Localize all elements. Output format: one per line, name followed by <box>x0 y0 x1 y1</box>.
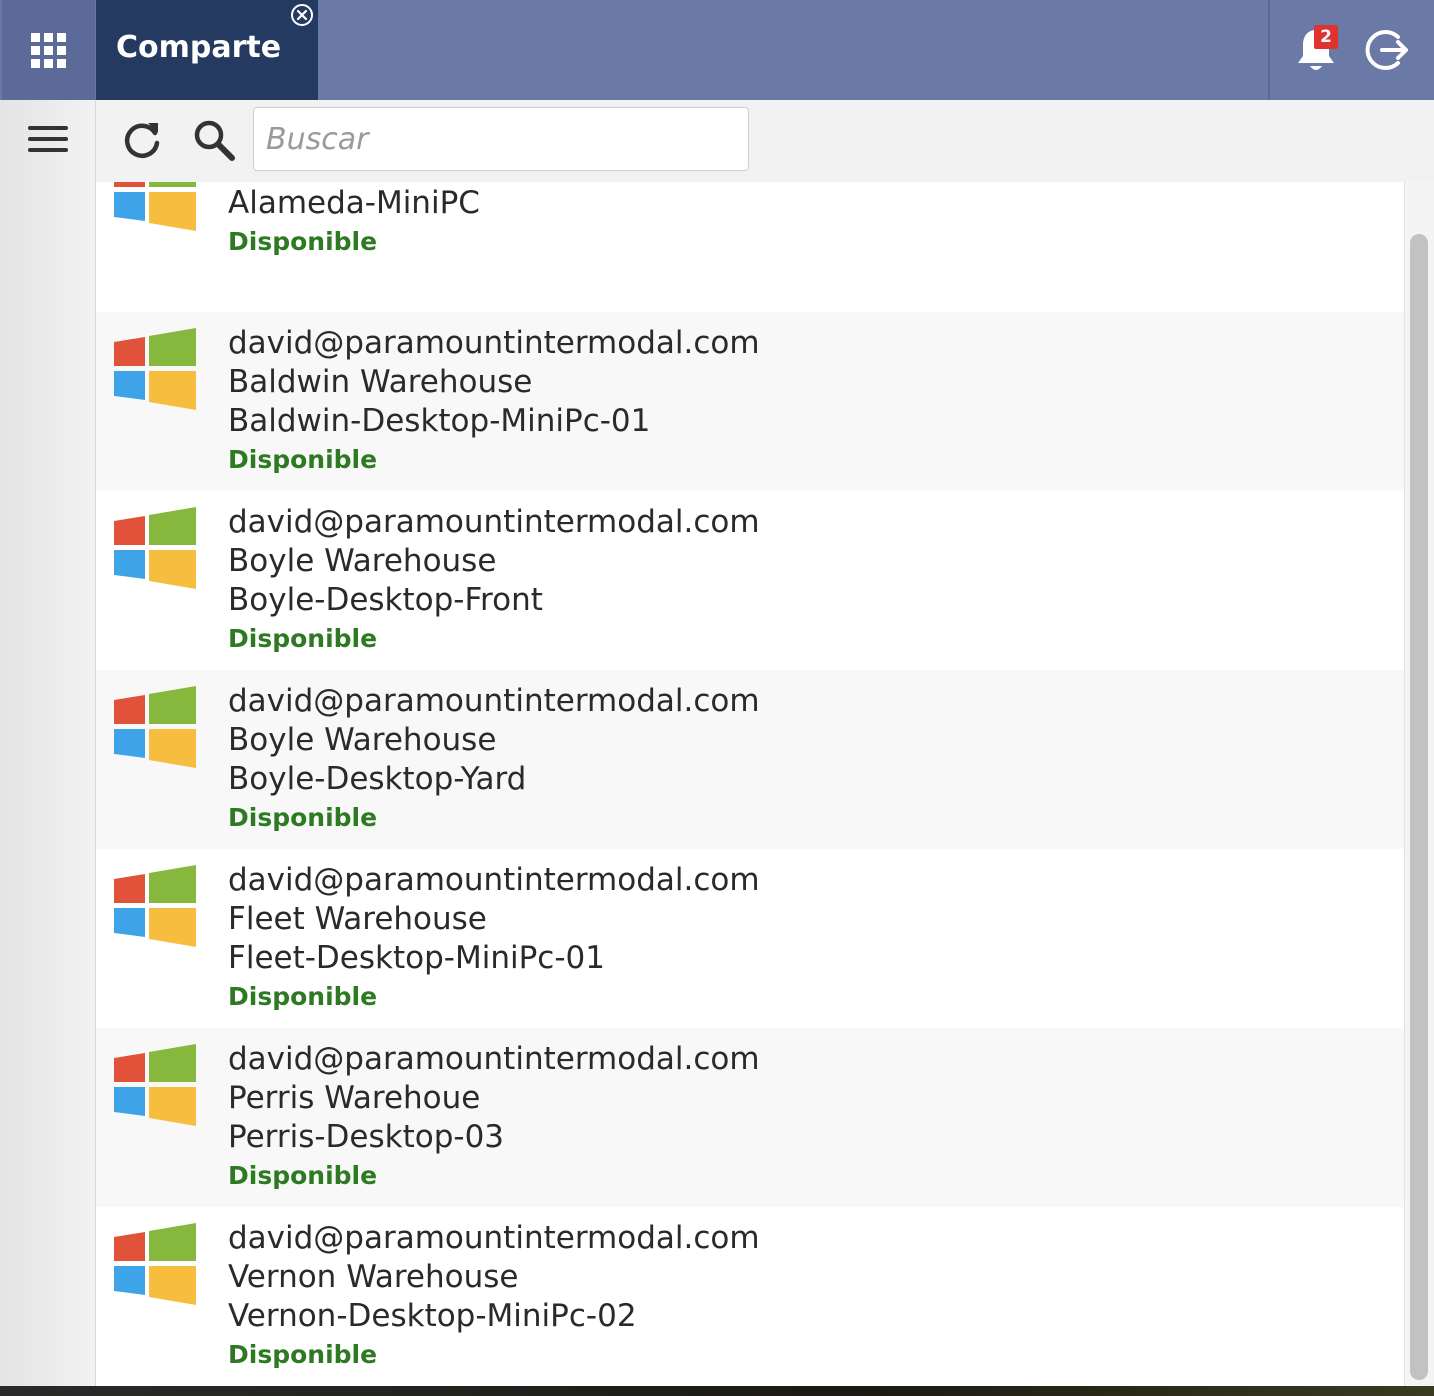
device-location: Fleet Warehouse <box>228 901 487 937</box>
device-location: Baldwin Warehouse <box>228 364 533 400</box>
tab-comparte[interactable]: Comparte <box>96 0 318 100</box>
desktop-background-strip <box>0 1386 1434 1396</box>
device-list-item[interactable]: david@paramountintermodal.com Vernon War… <box>96 1207 1404 1386</box>
notification-count-badge: 2 <box>1314 25 1338 49</box>
device-status: Disponible <box>228 227 378 256</box>
apps-grid-icon <box>31 32 66 68</box>
windows-logo-icon <box>114 507 196 589</box>
device-details: david@paramountintermodal.com Perris War… <box>228 1040 760 1191</box>
windows-logo-icon <box>114 1044 196 1126</box>
device-location: Boyle Warehouse <box>228 722 497 758</box>
device-list-item[interactable]: david@paramountintermodal.com Fleet Ware… <box>96 849 1404 1028</box>
device-status: Disponible <box>228 1161 378 1190</box>
topbar-divider <box>1268 0 1270 100</box>
device-owner: david@paramountintermodal.com <box>228 683 760 719</box>
device-location: Perris Warehoue <box>228 1080 481 1116</box>
device-details: david@paramountintermodal.com Fleet Ware… <box>228 861 760 1012</box>
device-list-item[interactable]: Alameda Yard Alameda-MiniPC Disponible <box>96 182 1404 312</box>
top-bar: Comparte 2 <box>0 0 1434 100</box>
device-details: david@paramountintermodal.com Vernon War… <box>228 1219 760 1370</box>
device-computer-name: Boyle-Desktop-Yard <box>228 761 527 797</box>
windows-logo-icon <box>114 328 196 410</box>
logout-icon[interactable] <box>1364 27 1410 73</box>
device-list-item[interactable]: david@paramountintermodal.com Boyle Ware… <box>96 670 1404 849</box>
windows-logo-icon <box>114 865 196 947</box>
device-computer-name: Fleet-Desktop-MiniPc-01 <box>228 940 605 976</box>
device-computer-name: Perris-Desktop-03 <box>228 1119 505 1155</box>
search-icon[interactable] <box>192 118 236 162</box>
side-panel <box>0 100 96 1386</box>
device-list: Alameda Yard Alameda-MiniPC Disponible d… <box>96 182 1404 1386</box>
device-status: Disponible <box>228 982 378 1011</box>
device-status: Disponible <box>228 803 378 832</box>
windows-logo-icon <box>114 182 196 231</box>
device-owner: david@paramountintermodal.com <box>228 862 760 898</box>
device-computer-name: Baldwin-Desktop-MiniPc-01 <box>228 403 651 439</box>
device-details: david@paramountintermodal.com Baldwin Wa… <box>228 324 760 475</box>
apps-menu-button[interactable] <box>2 0 95 100</box>
device-owner: david@paramountintermodal.com <box>228 504 760 540</box>
windows-logo-icon <box>114 686 196 768</box>
scrollbar-thumb[interactable] <box>1410 234 1428 1380</box>
app-window: Comparte 2 Buscar Alameda-MiniPC Disponi… <box>0 0 1434 1386</box>
device-location: Boyle Warehouse <box>228 543 497 579</box>
device-computer-name: Alameda-MiniPC <box>228 185 480 221</box>
device-details: david@paramountintermodal.com Boyle Ware… <box>228 503 760 654</box>
device-status: Disponible <box>228 1340 378 1369</box>
hamburger-menu-icon[interactable] <box>28 126 68 156</box>
device-list-item[interactable]: david@paramountintermodal.com Perris War… <box>96 1028 1404 1207</box>
device-owner: david@paramountintermodal.com <box>228 1041 760 1077</box>
device-details: david@paramountintermodal.com Boyle Ware… <box>228 682 760 833</box>
device-list-item[interactable]: david@paramountintermodal.com Baldwin Wa… <box>96 312 1404 491</box>
device-computer-name: Boyle-Desktop-Front <box>228 582 543 618</box>
device-details: Alameda Yard Alameda-MiniPC Disponible <box>228 182 480 257</box>
search-input[interactable] <box>253 107 749 171</box>
device-location: Vernon Warehouse <box>228 1259 519 1295</box>
device-owner: david@paramountintermodal.com <box>228 1220 760 1256</box>
device-status: Disponible <box>228 445 378 474</box>
windows-logo-icon <box>114 1223 196 1305</box>
refresh-icon[interactable] <box>120 117 164 163</box>
device-status: Disponible <box>228 624 378 653</box>
device-list-item[interactable]: david@paramountintermodal.com Boyle Ware… <box>96 491 1404 670</box>
close-tab-icon[interactable] <box>290 3 314 27</box>
device-owner: david@paramountintermodal.com <box>228 325 760 361</box>
tab-title: Comparte <box>116 30 282 65</box>
device-computer-name: Vernon-Desktop-MiniPc-02 <box>228 1298 637 1334</box>
